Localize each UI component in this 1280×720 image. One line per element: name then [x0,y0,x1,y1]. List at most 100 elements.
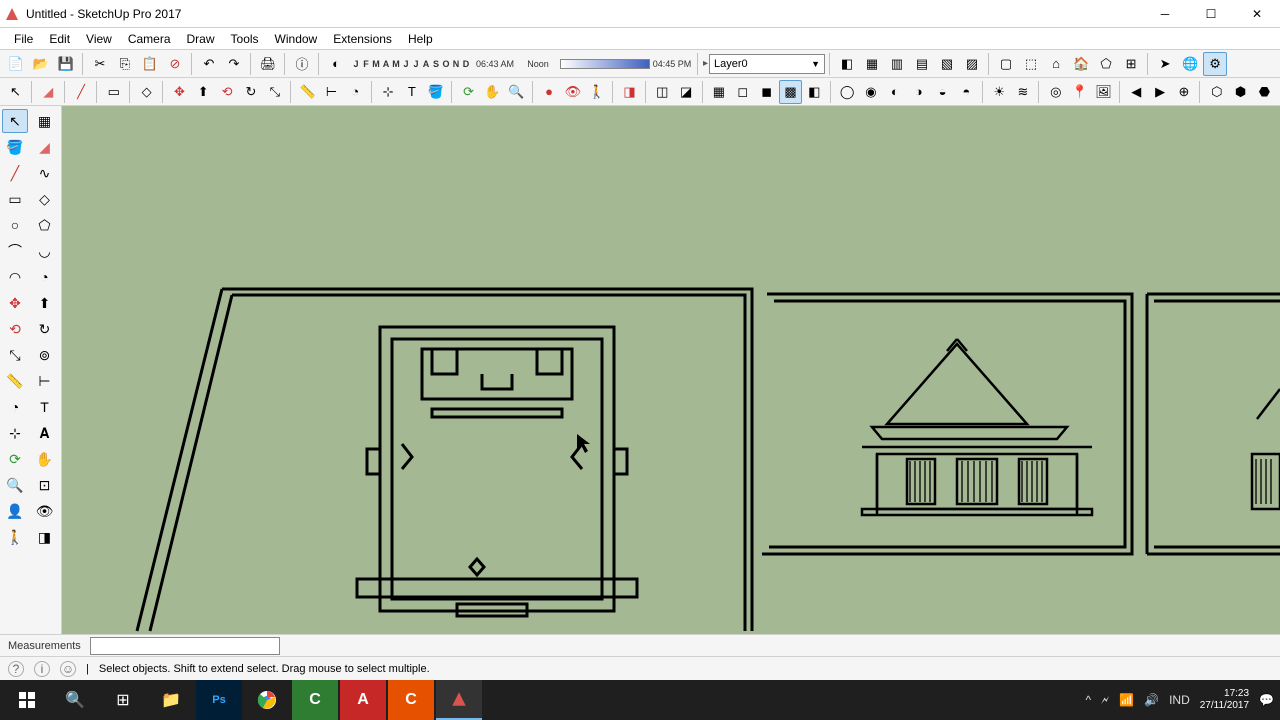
tray-clock[interactable]: 17:23 27/11/2017 [1200,688,1249,712]
undo-icon[interactable]: ↶ [197,52,221,76]
window-icon[interactable]: ⊞ [1119,52,1143,76]
wireframe-icon[interactable]: ▦ [708,80,731,104]
preview-match-icon[interactable]: 🖼 [1092,80,1115,104]
dimension-tool[interactable]: ⊢ [32,369,58,393]
zoom-window-tool[interactable]: ⊡ [32,473,58,497]
close-button[interactable]: ✕ [1234,0,1280,28]
tray-battery-icon[interactable]: 🗲 [1101,693,1109,708]
tape-tool-icon[interactable]: 📏 [296,80,319,104]
toggle-terrain-icon[interactable]: ◎ [1044,80,1067,104]
pan-tool[interactable]: ✋ [32,447,58,471]
rotated-rect-icon[interactable]: ◇ [135,80,158,104]
followme-tool[interactable]: ↻ [32,317,58,341]
xray-icon[interactable]: ◫ [651,80,674,104]
tray-wifi-icon[interactable]: 📶 [1119,693,1134,707]
make-group-icon[interactable]: ⬚ [1019,52,1043,76]
iso-view-icon[interactable]: ◧ [835,52,859,76]
rect-tool-icon[interactable]: ▭ [102,80,125,104]
maximize-button[interactable]: ☐ [1188,0,1234,28]
save-icon[interactable]: 💾 [54,52,78,76]
position-camera-icon[interactable]: ● [538,80,561,104]
pan-icon[interactable]: ✋ [481,80,504,104]
eraser-tool[interactable]: ◢ [32,135,58,159]
new-file-icon[interactable]: 📄 [4,52,28,76]
solid-intersect-icon[interactable]: ◉ [860,80,883,104]
search-icon[interactable]: 🔍 [52,680,98,720]
select-tool-icon[interactable]: ↖ [4,80,27,104]
building-icon[interactable]: 🏠 [1069,52,1093,76]
section-tool[interactable]: ◨ [32,525,58,549]
globe-icon[interactable]: 🌐 [1178,52,1202,76]
add-location-icon[interactable]: 📍 [1068,80,1091,104]
menu-edit[interactable]: Edit [41,30,78,48]
copy-icon[interactable]: ⎘ [113,52,137,76]
rotated-rect-tool[interactable]: ◇ [32,187,58,211]
shaded-texture-icon[interactable]: ▩ [779,80,802,104]
scene-prev-icon[interactable]: ◀ [1125,80,1148,104]
sandbox-1-icon[interactable]: ⬡ [1205,80,1228,104]
front-view-icon[interactable]: ▥ [885,52,909,76]
shadow-time-slider[interactable] [560,59,650,69]
orbit-tool[interactable]: ⟳ [2,447,28,471]
print-icon[interactable]: 🖨 [256,52,280,76]
axes-tool[interactable]: ⊹ [2,421,28,445]
protractor-tool[interactable]: ◔ [2,395,28,419]
autocad-icon[interactable]: A [340,680,386,720]
shadow-toggle-icon[interactable]: ◐ [324,52,348,76]
minimize-button[interactable]: ─ [1142,0,1188,28]
redo-icon[interactable]: ↷ [222,52,246,76]
shadow-month-slider[interactable]: JF MA MJ JA SO ND [349,56,473,72]
move-tool-icon[interactable]: ✥ [168,80,191,104]
tray-volume-icon[interactable]: 🔊 [1144,693,1159,707]
make-component-tool[interactable]: ▦ [32,109,58,133]
select-tool[interactable]: ↖ [2,109,28,133]
text-tool[interactable]: T [32,395,58,419]
cut-icon[interactable]: ✂ [88,52,112,76]
scene-add-icon[interactable]: ⊕ [1173,80,1196,104]
rectangle-tool[interactable]: ▭ [2,187,28,211]
viewport-canvas[interactable] [62,106,1280,634]
taskview-icon[interactable]: ⊞ [100,680,146,720]
position-camera-tool[interactable]: 👤 [2,499,28,523]
paint-tool[interactable]: 🪣 [2,135,28,159]
freehand-tool[interactable]: ∿ [32,161,58,185]
menu-draw[interactable]: Draw [179,30,223,48]
offset-tool[interactable]: ⊚ [32,343,58,367]
look-around-icon[interactable]: 👁 [561,80,584,104]
delete-icon[interactable]: ⊘ [163,52,187,76]
tray-notifications-icon[interactable]: 💬 [1259,693,1274,707]
monochrome-icon[interactable]: ◧ [803,80,826,104]
menu-window[interactable]: Window [267,30,326,48]
2pt-arc-tool[interactable]: ◡ [32,239,58,263]
open-file-icon[interactable]: 📂 [29,52,53,76]
start-button[interactable] [4,680,50,720]
scale-tool[interactable]: ⤡ [2,343,28,367]
shaded-icon[interactable]: ◼ [755,80,778,104]
solid-outer-shell-icon[interactable]: ◯ [836,80,859,104]
menu-tools[interactable]: Tools [223,30,267,48]
move-tool[interactable]: ✥ [2,291,28,315]
fog-icon[interactable]: ≋ [1012,80,1035,104]
solid-subtract-icon[interactable]: ◑ [907,80,930,104]
model-info-icon[interactable]: ⓘ [290,52,314,76]
zoom-icon[interactable]: 🔍 [505,80,528,104]
followme-icon[interactable]: ↻ [240,80,263,104]
right-view-icon[interactable]: ▤ [910,52,934,76]
pushpull-tool-icon[interactable]: ⬆ [192,80,215,104]
3dtext-tool[interactable]: 𝐀 [32,421,58,445]
solid-union-icon[interactable]: ◐ [883,80,906,104]
menu-extensions[interactable]: Extensions [325,30,400,48]
layer-dropdown[interactable]: Layer0 ▼ [709,54,825,74]
app-green-icon[interactable]: C [292,680,338,720]
circle-tool[interactable]: ○ [2,213,28,237]
sandbox-3-icon[interactable]: ⬣ [1253,80,1276,104]
3pt-arc-tool[interactable]: ◠ [2,265,28,289]
tray-lang[interactable]: IND [1169,693,1190,707]
solid-trim-icon[interactable]: ◒ [931,80,954,104]
sketchup-taskbar-icon[interactable] [436,680,482,720]
gear-icon[interactable]: ⚙ [1203,52,1227,76]
line-tool-icon[interactable]: ╱ [70,80,93,104]
menu-view[interactable]: View [78,30,120,48]
solid-split-icon[interactable]: ◓ [955,80,978,104]
look-around-tool[interactable]: 👁 [32,499,58,523]
